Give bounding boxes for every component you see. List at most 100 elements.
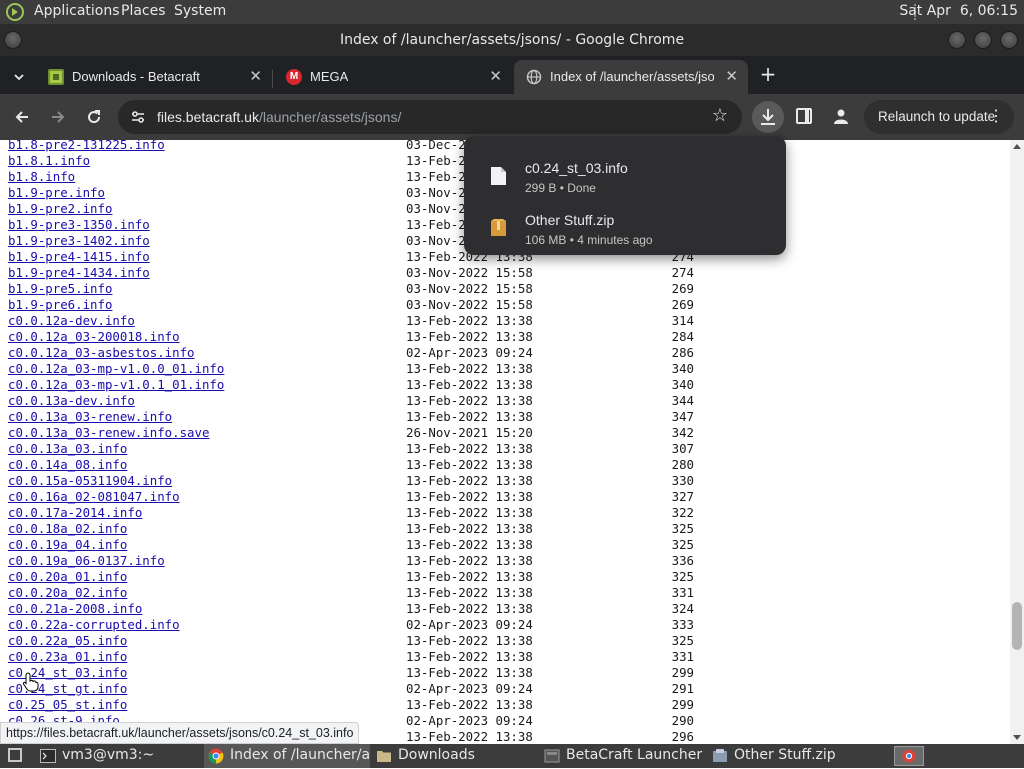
file-link[interactable]: c0.0.13a_03-renew.info xyxy=(8,409,172,425)
taskbar-item-terminal[interactable]: vm3@vm3:~ xyxy=(36,744,196,768)
file-link[interactable]: b1.9-pre5.info xyxy=(8,281,112,297)
file-link[interactable]: c0.0.12a_03-200018.info xyxy=(8,329,180,345)
url-text[interactable]: files.betacraft.uk/launcher/assets/jsons… xyxy=(157,109,401,125)
show-desktop-icon[interactable] xyxy=(8,748,22,762)
file-link[interactable]: c0.0.19a_04.info xyxy=(8,537,127,553)
tab-close-button[interactable]: ✕ xyxy=(249,67,262,85)
file-link[interactable]: b1.9-pre4-1415.info xyxy=(8,249,150,265)
taskbar-label: Downloads xyxy=(398,747,475,763)
file-size: 274 xyxy=(671,265,694,280)
taskbar-item-chrome[interactable]: Index of /launcher/a... xyxy=(204,744,370,768)
file-link[interactable]: c0.0.12a_03-asbestos.info xyxy=(8,345,195,361)
side-panel-icon[interactable] xyxy=(796,108,812,124)
workspace-switcher[interactable] xyxy=(894,746,924,766)
file-date: 13-Feb-2022 13:38 xyxy=(406,441,533,456)
file-size: 333 xyxy=(671,617,694,632)
file-link[interactable]: b1.8.1.info xyxy=(8,153,90,169)
taskbar-item-betacraft[interactable]: BetaCraft Launcher ... xyxy=(540,744,706,768)
places-menu[interactable]: Places xyxy=(121,3,166,19)
file-link[interactable]: c0.0.22a-corrupted.info xyxy=(8,617,180,633)
file-link[interactable]: b1.9-pre3-1350.info xyxy=(8,217,150,233)
file-date: 02-Apr-2023 09:24 xyxy=(406,617,533,632)
file-date: 13-Feb-2022 13:38 xyxy=(406,377,533,392)
taskbar-item-archive-manager[interactable]: Other Stuff.zip xyxy=(708,744,878,768)
profile-icon[interactable] xyxy=(832,107,850,125)
file-link[interactable]: c0.0.16a_02-081047.info xyxy=(8,489,180,505)
reload-button[interactable] xyxy=(81,104,107,130)
file-link[interactable]: b1.9-pre6.info xyxy=(8,297,112,313)
tab-search-button[interactable] xyxy=(8,66,30,88)
downloads-button[interactable] xyxy=(752,101,784,133)
download-item[interactable]: c0.24_st_03.info 299 B • Done xyxy=(464,150,786,202)
tab-close-button[interactable]: ✕ xyxy=(489,67,502,85)
mega-icon: M xyxy=(286,69,302,85)
file-date: 13-Feb-2022 13:38 xyxy=(406,649,533,664)
file-link[interactable]: c0.0.20a_01.info xyxy=(8,569,127,585)
download-icon xyxy=(761,109,775,125)
file-link[interactable]: c0.0.22a_05.info xyxy=(8,633,127,649)
file-size: 269 xyxy=(671,297,694,312)
file-link[interactable]: c0.0.17a-2014.info xyxy=(8,505,142,521)
file-date: 03-Nov-2 xyxy=(406,233,466,248)
file-link[interactable]: c0.0.12a_03-mp-v1.0.1_01.info xyxy=(8,377,224,393)
browser-toolbar: files.betacraft.uk/launcher/assets/jsons… xyxy=(0,94,1024,140)
file-link[interactable]: c0.0.21a-2008.info xyxy=(8,601,142,617)
file-link[interactable]: b1.9-pre4-1434.info xyxy=(8,265,150,281)
file-link[interactable]: c0.0.14a_08.info xyxy=(8,457,127,473)
file-size: 314 xyxy=(671,313,694,328)
file-link[interactable]: c0.0.20a_02.info xyxy=(8,585,127,601)
applications-menu[interactable]: Applications xyxy=(34,3,120,19)
file-link[interactable]: c0.0.23a_01.info xyxy=(8,649,127,665)
tab-betacraft-downloads[interactable]: Downloads - Betacraft ✕ xyxy=(36,60,272,94)
file-size: 325 xyxy=(671,633,694,648)
taskbar-item-downloads-folder[interactable]: Downloads xyxy=(372,744,532,768)
bookmark-star-icon[interactable]: ☆ xyxy=(712,105,728,126)
window-title-bar[interactable]: Index of /launcher/assets/jsons/ - Googl… xyxy=(0,24,1024,56)
relaunch-to-update-button[interactable]: Relaunch to update ⋮ xyxy=(864,100,1014,134)
file-link[interactable]: c0.0.18a_02.info xyxy=(8,521,127,537)
file-size: 327 xyxy=(671,489,694,504)
tab-index-jsons[interactable]: Index of /launcher/assets/json ✕ xyxy=(514,60,748,94)
scrollbar-thumb[interactable] xyxy=(1012,602,1022,650)
file-link[interactable]: c0.0.15a-05311904.info xyxy=(8,473,172,489)
distro-logo-icon[interactable] xyxy=(6,3,24,21)
file-date: 02-Apr-2023 09:24 xyxy=(406,345,533,360)
file-link[interactable]: b1.9-pre3-1402.info xyxy=(8,233,150,249)
file-link[interactable]: b1.8-pre2-131225.info xyxy=(8,140,165,153)
back-button[interactable] xyxy=(9,104,35,130)
maximize-button[interactable] xyxy=(974,31,992,49)
file-link[interactable]: b1.9-pre.info xyxy=(8,185,105,201)
minimize-button[interactable] xyxy=(948,31,966,49)
file-size: 296 xyxy=(671,729,694,742)
file-link[interactable]: c0.0.12a-dev.info xyxy=(8,313,135,329)
new-tab-button[interactable]: + xyxy=(756,62,780,86)
file-link[interactable]: c0.25_05_st.info xyxy=(8,697,127,713)
file-link[interactable]: c0.0.12a_03-mp-v1.0.0_01.info xyxy=(8,361,224,377)
file-size: 290 xyxy=(671,713,694,728)
file-link[interactable]: c0.0.13a_03-renew.info.save xyxy=(8,425,209,441)
taskbar-label: vm3@vm3:~ xyxy=(62,747,155,763)
scroll-down-icon[interactable] xyxy=(1013,735,1021,740)
site-info-icon[interactable] xyxy=(130,109,146,125)
download-item[interactable]: Other Stuff.zip 106 MB • 4 minutes ago xyxy=(464,202,786,254)
page-scrollbar[interactable] xyxy=(1010,140,1024,744)
file-size: 331 xyxy=(671,585,694,600)
file-link[interactable]: c0.0.13a_03.info xyxy=(8,441,127,457)
file-size: 324 xyxy=(671,601,694,616)
file-date: 13-Feb-2022 13:38 xyxy=(406,393,533,408)
tab-close-button[interactable]: ✕ xyxy=(725,67,738,85)
file-date: 13-Feb-2022 13:38 xyxy=(406,313,533,328)
file-link[interactable]: c0.0.13a-dev.info xyxy=(8,393,135,409)
clock[interactable]: Sat Apr 6, 06:15 xyxy=(899,3,1018,19)
forward-button[interactable] xyxy=(45,104,71,130)
system-menu[interactable]: System xyxy=(174,3,226,19)
tab-mega[interactable]: M MEGA ✕ xyxy=(274,60,512,94)
file-link[interactable]: b1.9-pre2.info xyxy=(8,201,112,217)
close-window-button[interactable] xyxy=(1000,31,1018,49)
scroll-up-icon[interactable] xyxy=(1013,144,1021,149)
file-size: 347 xyxy=(671,409,694,424)
file-link[interactable]: c0.0.19a_06-0137.info xyxy=(8,553,165,569)
address-bar[interactable]: files.betacraft.uk/launcher/assets/jsons… xyxy=(118,100,742,134)
file-link[interactable]: b1.8.info xyxy=(8,169,75,185)
file-size: 325 xyxy=(671,569,694,584)
